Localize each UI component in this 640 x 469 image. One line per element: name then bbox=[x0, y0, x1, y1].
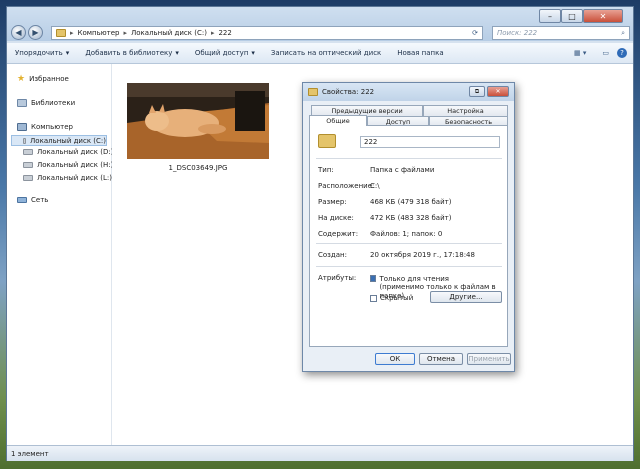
location-value: C:\ bbox=[370, 182, 380, 190]
navigation-pane: ★ Избранное Библиотеки Компьютер Локальн… bbox=[7, 64, 113, 445]
tab-general[interactable]: Общие bbox=[309, 115, 367, 126]
sidebar-item-drive-h[interactable]: Локальный диск (H:) bbox=[23, 161, 113, 169]
created-value: 20 октября 2019 г., 17:18:48 bbox=[370, 251, 475, 259]
title-bar: – □ ✕ ◀ ▶ ▸ Компьютер ▸ Локальный диск (… bbox=[7, 7, 633, 41]
drive-icon bbox=[23, 149, 33, 155]
size-value: 468 КБ (479 318 байт) bbox=[370, 198, 452, 206]
attributes-label: Атрибуты: bbox=[318, 274, 357, 282]
sidebar-item-network[interactable]: Сеть bbox=[17, 196, 48, 204]
sidebar-item-drive-l[interactable]: Локальный диск (L:) bbox=[23, 174, 112, 182]
search-icon[interactable]: ⌕ bbox=[621, 29, 625, 38]
drive-icon bbox=[23, 175, 33, 181]
created-label: Создан: bbox=[318, 251, 347, 259]
preview-pane-icon[interactable]: ▭ bbox=[594, 49, 617, 57]
general-tab-panel: 222 Тип: Папка с файлами Расположение: C… bbox=[309, 125, 508, 347]
location-label: Расположение: bbox=[318, 182, 375, 190]
hidden-checkbox[interactable]: Скрытый bbox=[370, 294, 413, 302]
library-icon bbox=[17, 99, 27, 107]
new-folder-button[interactable]: Новая папка bbox=[389, 49, 451, 57]
file-item[interactable] bbox=[127, 83, 269, 159]
restore-button[interactable]: ⧉ bbox=[469, 86, 485, 97]
breadcrumb-separator: ▸ bbox=[210, 29, 215, 37]
dialog-title: Свойства: 222 bbox=[322, 88, 375, 96]
chevron-down-icon: ▾ bbox=[175, 49, 179, 57]
drive-icon bbox=[23, 162, 33, 168]
command-bar: Упорядочить ▾ Добавить в библиотеку ▾ Общи… bbox=[7, 43, 633, 64]
apply-button: Применить bbox=[467, 353, 511, 365]
minimize-button[interactable]: – bbox=[539, 9, 561, 23]
contains-value: Файлов: 1; папок: 0 bbox=[370, 230, 443, 238]
type-value: Папка с файлами bbox=[370, 166, 435, 174]
size-on-disk-value: 472 КБ (483 328 байт) bbox=[370, 214, 452, 222]
ok-button[interactable]: ОК bbox=[375, 353, 415, 365]
computer-icon bbox=[17, 123, 27, 131]
add-to-library-button[interactable]: Добавить в библиотеку ▾ bbox=[77, 49, 187, 57]
sidebar-item-drive-d[interactable]: Локальный диск (D:) bbox=[23, 148, 113, 156]
size-label: Размер: bbox=[318, 198, 347, 206]
photo-thumbnail bbox=[127, 83, 269, 159]
refresh-icon[interactable]: ⟳ bbox=[472, 29, 478, 37]
divider bbox=[316, 158, 502, 159]
chevron-down-icon: ▾ bbox=[65, 49, 70, 57]
breadcrumb-separator: ▸ bbox=[70, 29, 74, 37]
breadcrumb-folder[interactable]: 222 bbox=[218, 29, 231, 37]
properties-dialog: Свойства: 222 ⧉ ✕ Предыдущие версии Наст… bbox=[302, 82, 515, 372]
drive-icon bbox=[23, 137, 27, 144]
breadcrumb-drive-c[interactable]: Локальный диск (C:) bbox=[131, 29, 207, 37]
maximize-button[interactable]: □ bbox=[561, 9, 583, 23]
advanced-button[interactable]: Другие... bbox=[430, 291, 502, 303]
organize-button[interactable]: Упорядочить ▾ bbox=[7, 49, 77, 57]
chevron-down-icon: ▾ bbox=[251, 49, 255, 57]
checkbox-icon bbox=[370, 294, 377, 302]
help-icon[interactable]: ? bbox=[617, 48, 627, 58]
divider bbox=[316, 266, 502, 267]
folder-icon bbox=[56, 29, 66, 37]
breadcrumb-computer[interactable]: Компьютер bbox=[78, 29, 120, 37]
size-on-disk-label: На диске: bbox=[318, 214, 354, 222]
watermark-logo: YAPLAKAL.COM bbox=[482, 431, 616, 447]
search-placeholder: Поиск: 222 bbox=[497, 29, 538, 37]
close-button[interactable]: ✕ bbox=[583, 9, 623, 23]
divider bbox=[316, 243, 502, 244]
folder-large-icon bbox=[318, 134, 336, 148]
checkbox-indeterminate-icon bbox=[370, 275, 377, 282]
share-button[interactable]: Общий доступ ▾ bbox=[187, 49, 263, 57]
view-options-icon[interactable]: ▦ ▾ bbox=[566, 49, 594, 57]
burn-button[interactable]: Записать на оптический диск bbox=[263, 49, 389, 57]
forward-button[interactable]: ▶ bbox=[28, 25, 43, 40]
address-bar[interactable]: ▸ Компьютер ▸ Локальный диск (C:) ▸ 222 … bbox=[51, 26, 483, 40]
contains-label: Содержит: bbox=[318, 230, 359, 238]
tab-customize[interactable]: Настройка bbox=[423, 105, 508, 116]
folder-icon bbox=[308, 88, 318, 96]
item-count: 1 элемент bbox=[11, 449, 49, 458]
status-bar: 1 элемент bbox=[7, 445, 633, 461]
folder-name-field[interactable]: 222 bbox=[360, 136, 500, 148]
sidebar-item-favorites[interactable]: ★ Избранное bbox=[17, 74, 69, 84]
hidden-label: Скрытый bbox=[380, 294, 414, 302]
file-name-label[interactable]: 1_DSC03649.JPG bbox=[127, 164, 269, 172]
dialog-title-bar: Свойства: 222 ⧉ ✕ bbox=[303, 83, 514, 101]
sidebar-item-drive-c[interactable]: Локальный диск (C:) bbox=[11, 135, 107, 146]
breadcrumb-separator: ▸ bbox=[123, 29, 127, 37]
back-button[interactable]: ◀ bbox=[11, 25, 26, 40]
sidebar-item-libraries[interactable]: Библиотеки bbox=[17, 99, 75, 107]
readonly-label: Только для чтения bbox=[379, 275, 449, 283]
search-input[interactable]: Поиск: 222 ⌕ bbox=[492, 26, 630, 40]
dialog-close-button[interactable]: ✕ bbox=[487, 86, 509, 97]
star-icon: ★ bbox=[17, 74, 26, 84]
network-icon bbox=[17, 197, 27, 203]
cancel-button[interactable]: Отмена bbox=[419, 353, 463, 365]
sidebar-item-computer[interactable]: Компьютер bbox=[17, 123, 73, 131]
type-label: Тип: bbox=[318, 166, 334, 174]
